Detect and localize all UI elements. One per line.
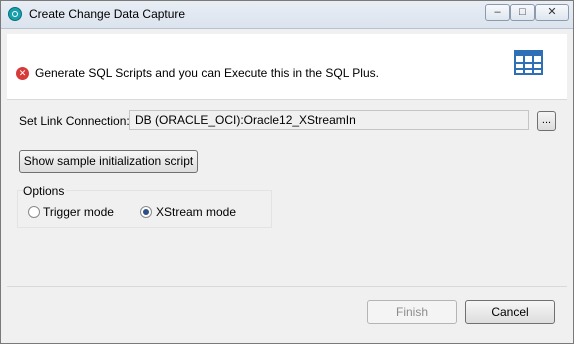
options-group-title: Options: [23, 184, 67, 198]
footer-separator: [7, 286, 567, 287]
browse-connection-button[interactable]: ...: [537, 111, 556, 131]
trigger-mode-label[interactable]: Trigger mode: [43, 205, 114, 219]
minimize-button[interactable]: –: [485, 4, 510, 21]
header-message: Generate SQL Scripts and you can Execute…: [35, 66, 379, 80]
trigger-mode-radio[interactable]: [28, 206, 40, 218]
xstream-mode-label[interactable]: XStream mode: [156, 205, 236, 219]
dialog-window: Create Change Data Capture – □ ✕ ✕ Gener…: [0, 0, 574, 344]
dialog-header: ✕ Generate SQL Scripts and you can Execu…: [7, 34, 567, 100]
close-button[interactable]: ✕: [535, 4, 569, 21]
finish-button[interactable]: Finish: [367, 300, 457, 324]
link-connection-label: Set Link Connection:: [19, 114, 130, 128]
table-icon: [514, 50, 543, 75]
app-icon: [8, 7, 22, 21]
title-bar[interactable]: Create Change Data Capture – □ ✕: [1, 1, 573, 29]
xstream-mode-radio[interactable]: [140, 206, 152, 218]
show-sample-script-button[interactable]: Show sample initialization script: [19, 150, 198, 173]
maximize-button[interactable]: □: [510, 4, 535, 21]
cancel-button[interactable]: Cancel: [465, 300, 555, 324]
link-connection-field[interactable]: DB (ORACLE_OCI):Oracle12_XStreamIn: [129, 110, 529, 130]
error-icon: ✕: [16, 67, 29, 80]
window-title: Create Change Data Capture: [29, 7, 186, 21]
